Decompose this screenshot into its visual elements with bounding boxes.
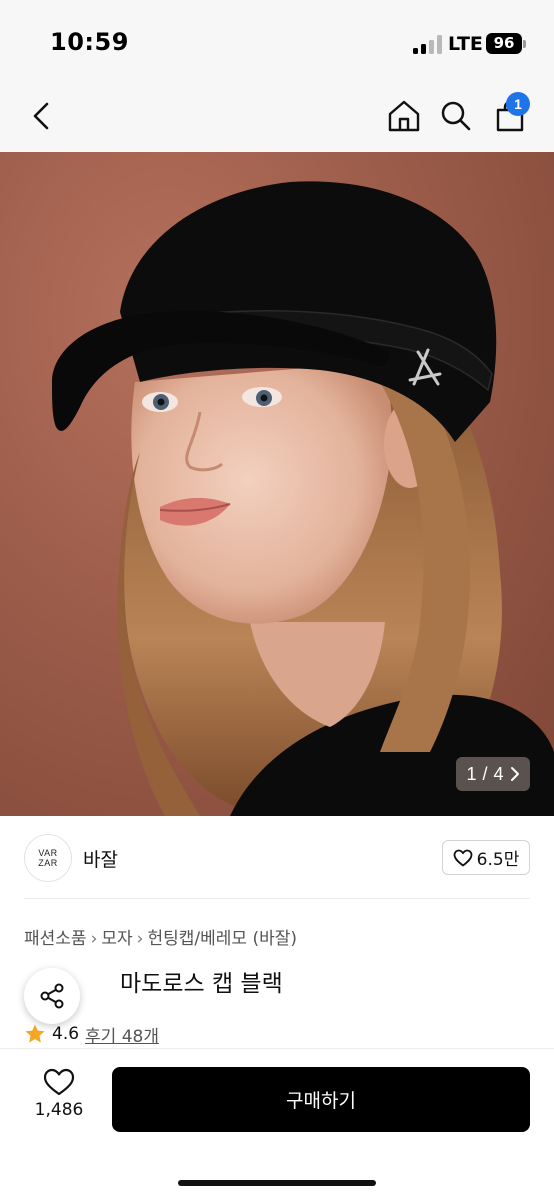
share-icon <box>40 983 64 1009</box>
pager-current: 1 <box>466 763 477 784</box>
brand-like-count: 6.5만 <box>476 850 520 870</box>
breadcrumb-item[interactable]: 헌팅캡/베레모 (바잘) <box>147 929 297 949</box>
home-indicator[interactable] <box>178 1180 376 1186</box>
product-title: 마도로스 캡 블랙 <box>120 971 283 997</box>
chevron-left-icon <box>33 102 49 130</box>
rating-row: 4.6 후기 48개 <box>24 1021 159 1047</box>
heart-icon <box>43 1068 75 1096</box>
breadcrumb-item[interactable]: 모자 <box>101 929 132 949</box>
review-link[interactable]: 후기 48개 <box>85 1022 159 1047</box>
buy-button[interactable]: 구매하기 <box>112 1067 530 1132</box>
chevron-right-icon <box>510 767 519 781</box>
chevron-right-icon: › <box>90 929 98 949</box>
home-button[interactable] <box>382 94 426 138</box>
product-image[interactable] <box>0 152 554 816</box>
product-photo <box>52 181 554 816</box>
breadcrumb: 패션소품 › 모자 › 헌팅캡/베레모 (바잘) <box>24 924 297 949</box>
status-bar: 10:59 LTE 96 <box>0 0 554 86</box>
back-button[interactable] <box>20 94 64 138</box>
rating-value: 4.6 <box>52 1024 80 1044</box>
heart-icon <box>453 849 473 866</box>
brand-like-button[interactable]: 6.5만 <box>442 840 530 875</box>
pager-separator: / <box>482 763 488 784</box>
share-button[interactable] <box>24 968 80 1024</box>
wishlist-count: 1,486 <box>34 1100 84 1120</box>
brand-name[interactable]: 바잘 <box>83 845 118 872</box>
battery-icon: 96 <box>486 33 522 54</box>
chevron-right-icon: › <box>136 929 144 949</box>
breadcrumb-item[interactable]: 패션소품 <box>24 929 87 949</box>
star-icon <box>25 1024 45 1043</box>
image-pager[interactable]: 1 / 4 <box>456 757 530 791</box>
brand-logo[interactable]: VAR ZAR <box>24 834 72 882</box>
brand-logo-line2: ZAR <box>38 858 58 868</box>
network-label: LTE <box>448 33 483 55</box>
wishlist-button[interactable]: 1,486 <box>24 1068 94 1130</box>
cart-badge: 1 <box>506 92 530 116</box>
status-time: 10:59 <box>50 28 129 56</box>
signal-icon <box>413 34 443 54</box>
nav-bar <box>0 86 554 152</box>
search-button[interactable] <box>434 94 478 138</box>
brand-logo-line1: VAR <box>38 848 58 858</box>
search-icon <box>441 101 471 131</box>
home-icon <box>388 100 420 132</box>
pager-total: 4 <box>493 763 504 784</box>
battery-tip <box>523 40 526 48</box>
divider <box>24 898 530 899</box>
